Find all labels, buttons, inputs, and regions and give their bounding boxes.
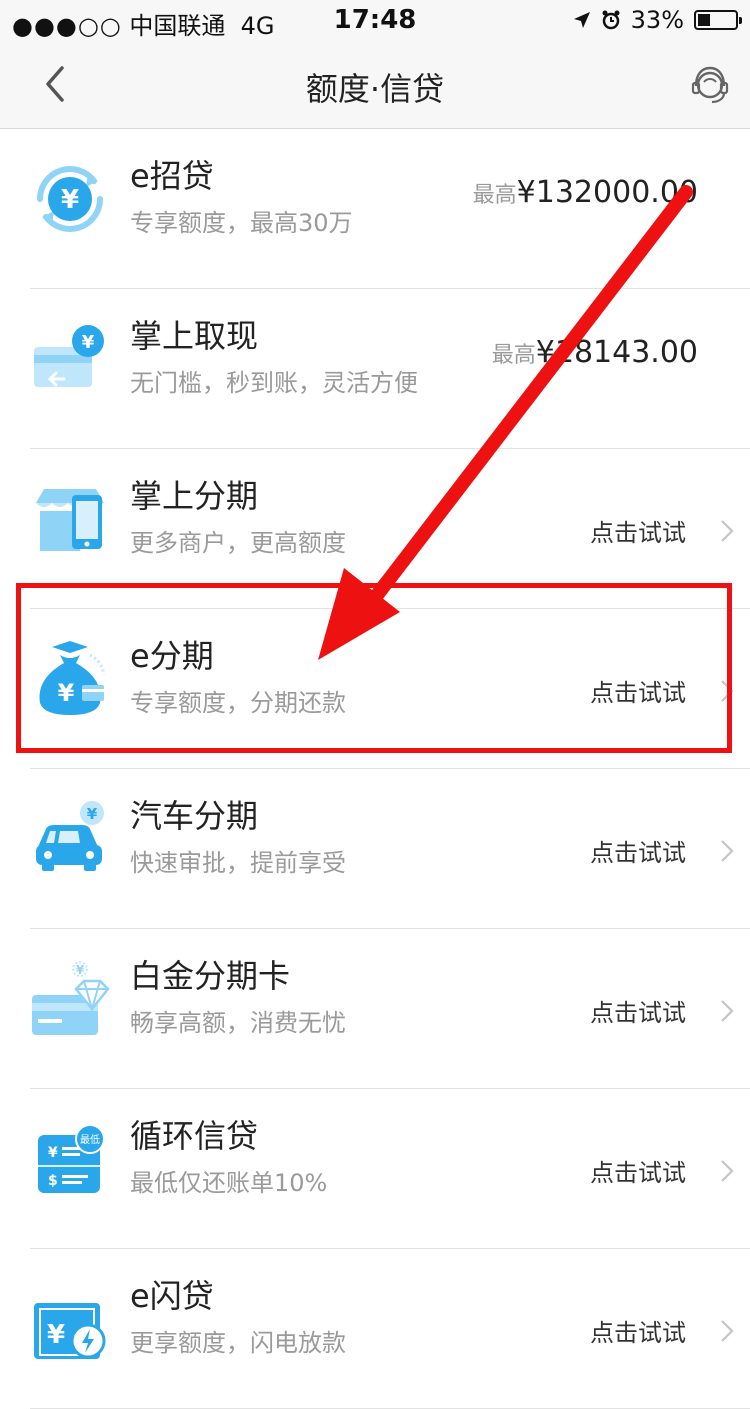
svg-text:¥: ¥ (61, 185, 79, 215)
list-item-e-zhaodai[interactable]: ¥ e招贷 专享额度，最高30万 最高¥132000.00 (0, 129, 750, 289)
item-title: 掌上取现 (130, 317, 259, 355)
product-list: ¥ e招贷 专享额度，最高30万 最高¥132000.00 ¥ 掌上取现 无门槛… (0, 129, 750, 1409)
svg-text:¥: ¥ (47, 1320, 65, 1350)
list-item-platinum-card[interactable]: ¥ 白金分期卡 畅享高额，消费无忧 点击试试 (0, 929, 750, 1089)
chevron-right-icon (721, 840, 734, 862)
try-it-link[interactable]: 点击试试 (590, 513, 686, 548)
annotation-highlight-box (16, 583, 732, 753)
refresh-yen-icon: ¥ (37, 166, 103, 232)
chevron-right-icon (721, 1160, 734, 1182)
flash-loan-icon: ¥ (34, 1303, 106, 1359)
svg-text:$: $ (48, 1173, 58, 1189)
item-subtitle: 专享额度，最高30万 (130, 209, 353, 237)
list-item-cash-withdrawal[interactable]: ¥ 掌上取现 无门槛，秒到账，灵活方便 最高¥18143.00 (0, 289, 750, 449)
diamond-card-icon: ¥ (32, 961, 110, 1035)
svg-text:¥: ¥ (87, 805, 98, 823)
page-title: 额度·信贷 (305, 70, 445, 108)
chevron-right-icon (721, 520, 734, 542)
battery-level (698, 14, 710, 26)
customer-service-icon[interactable] (688, 64, 732, 108)
alarm-clock-icon (602, 10, 620, 30)
amount-value: ¥18143.00 (535, 335, 698, 370)
try-it-link[interactable]: 点击试试 (590, 993, 686, 1028)
cycle-bill-icon: ¥ $ 最低 (38, 1124, 105, 1193)
item-title: e闪贷 (130, 1277, 214, 1315)
try-it-link[interactable]: 点击试试 (590, 833, 686, 868)
credit-amount: 最高¥18143.00 (492, 335, 698, 370)
lowest-badge: 最低 (80, 1133, 100, 1146)
item-subtitle: 更享额度，闪电放款 (130, 1329, 346, 1357)
svg-text:¥: ¥ (48, 1145, 58, 1161)
item-title: 循环信贷 (130, 1117, 259, 1155)
item-title: 掌上分期 (130, 477, 259, 515)
list-item-e-flash-loan[interactable]: ¥ e闪贷 更享额度，闪电放款 点击试试 (0, 1249, 750, 1409)
item-title: 白金分期卡 (130, 957, 291, 995)
shop-phone-icon (36, 489, 104, 551)
nav-bar: 额度·信贷 (0, 40, 750, 129)
item-subtitle: 最低仅还账单10% (130, 1169, 328, 1197)
try-it-link[interactable]: 点击试试 (590, 1313, 686, 1348)
list-item-revolving-credit[interactable]: ¥ $ 最低 循环信贷 最低仅还账单10% 点击试试 (0, 1089, 750, 1249)
amount-prefix: 最高 (472, 183, 517, 208)
try-it-link[interactable]: 点击试试 (590, 1153, 686, 1188)
amount-prefix: 最高 (491, 343, 536, 368)
location-arrow-icon (573, 12, 590, 28)
battery-percent: 33% (630, 6, 684, 34)
amount-value: ¥132000.00 (516, 175, 698, 210)
item-title: e招贷 (130, 157, 214, 195)
car-yen-icon: ¥ (36, 801, 104, 871)
credit-amount: 最高¥132000.00 (473, 175, 698, 210)
status-bar: ●●●○○ 中国联通 4G 17:48 33% (0, 0, 750, 40)
item-subtitle: 无门槛，秒到账，灵活方便 (130, 369, 418, 397)
item-title: 汽车分期 (130, 797, 259, 835)
status-right: 33% (573, 6, 742, 34)
item-subtitle: 更多商户，更高额度 (130, 529, 346, 557)
item-subtitle: 快速审批，提前享受 (130, 849, 346, 877)
card-yen-icon: ¥ (34, 325, 104, 387)
list-item-car-installment[interactable]: ¥ 汽车分期 快速审批，提前享受 点击试试 (0, 769, 750, 929)
svg-text:¥: ¥ (82, 332, 95, 353)
item-subtitle: 畅享高额，消费无忧 (130, 1009, 346, 1037)
battery-icon (694, 10, 742, 30)
svg-text:¥: ¥ (76, 963, 85, 977)
chevron-right-icon (721, 1320, 734, 1342)
chevron-right-icon (721, 1000, 734, 1022)
